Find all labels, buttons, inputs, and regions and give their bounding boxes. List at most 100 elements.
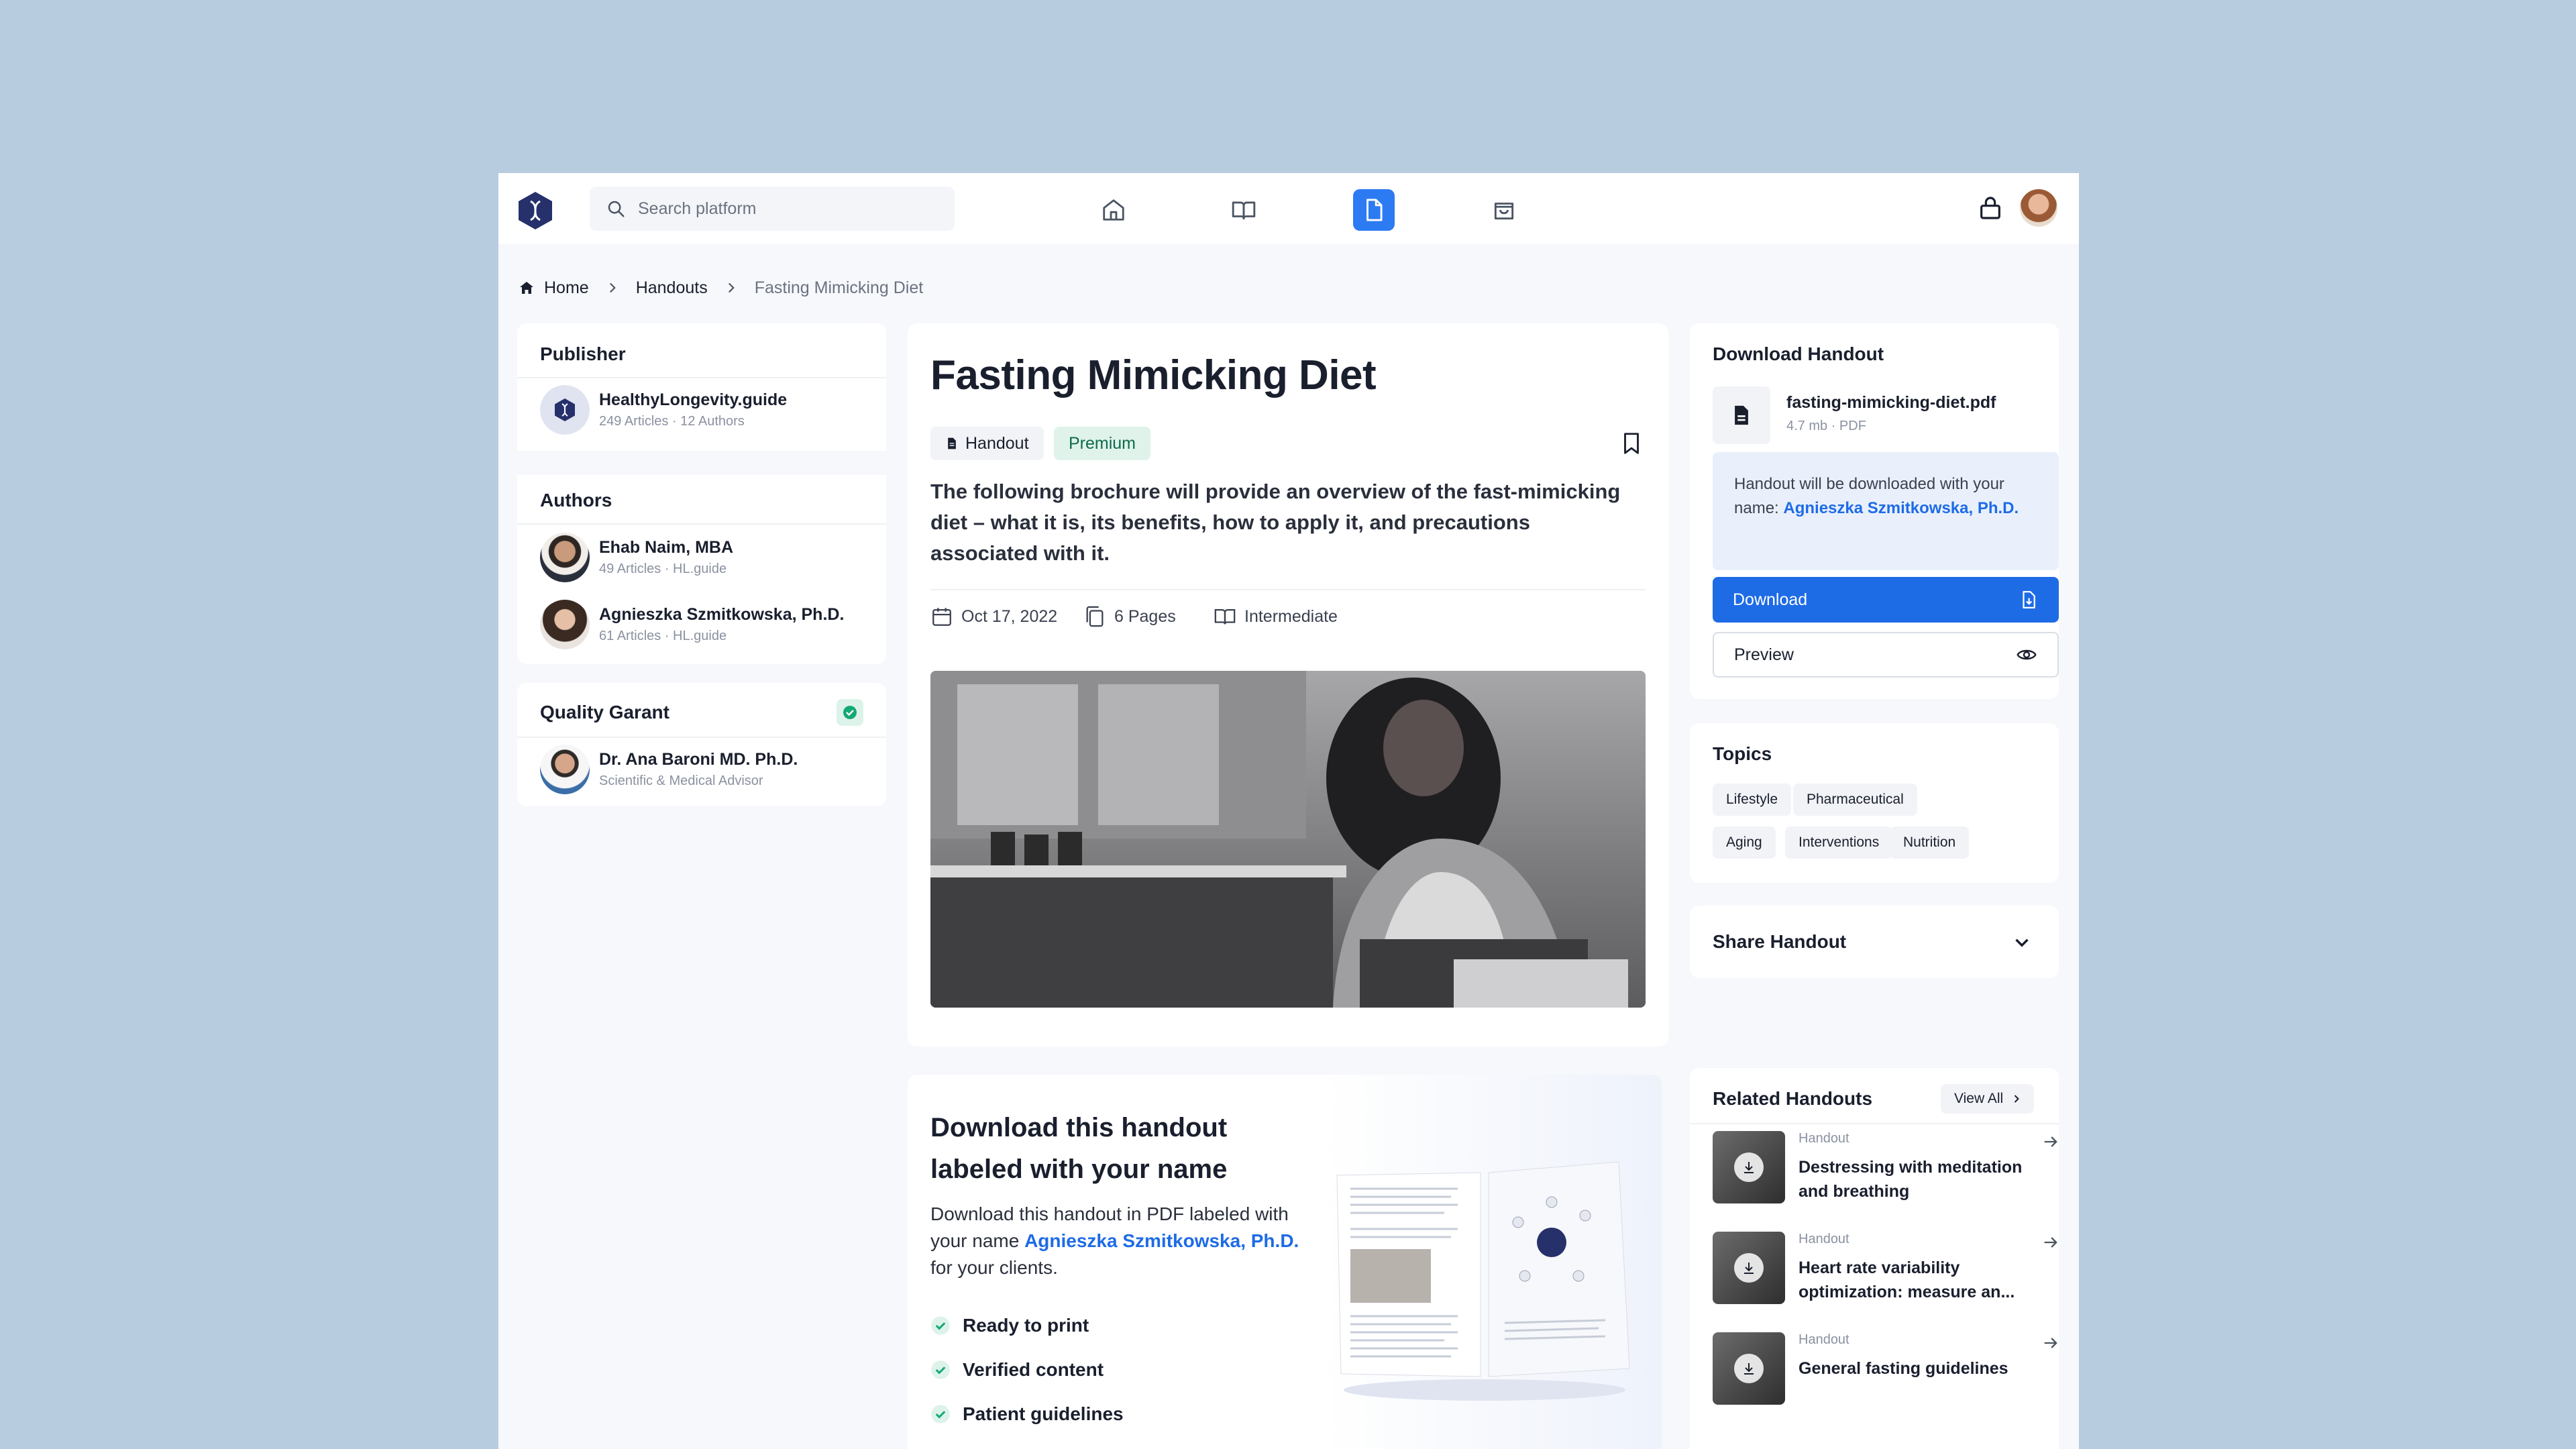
file-icon bbox=[1735, 405, 1748, 425]
nav-shop[interactable] bbox=[1483, 189, 1525, 231]
authors-heading: Authors bbox=[540, 490, 612, 511]
advisor-role: Scientific & Medical Advisor bbox=[599, 773, 763, 788]
chevron-right-icon bbox=[2014, 1095, 2020, 1103]
download-icon bbox=[1744, 1363, 1754, 1375]
advisor-avatar bbox=[540, 745, 590, 794]
download-label: Download bbox=[1733, 590, 1808, 609]
advisor-name: Dr. Ana Baroni MD. Ph.D. bbox=[599, 750, 798, 769]
download-notice: Handout will be downloaded with your nam… bbox=[1713, 452, 2059, 570]
search-input[interactable]: Search platform bbox=[590, 186, 955, 231]
share-heading: Share Handout bbox=[1713, 931, 1847, 952]
hero-image bbox=[930, 671, 1646, 1008]
topics-card: Topics Lifestyle Pharmaceutical Aging In… bbox=[1690, 723, 2059, 883]
promo-title: Download this handout labeled with your … bbox=[930, 1113, 1228, 1184]
promo-text: Download this handout in PDF labeled wit… bbox=[930, 1201, 1306, 1281]
download-button[interactable]: Download bbox=[1713, 577, 2059, 623]
related-item[interactable]: Handout Destressing with meditation and … bbox=[1713, 1131, 2057, 1203]
topic-chip[interactable]: Nutrition bbox=[1890, 826, 1970, 859]
author-avatar bbox=[540, 600, 590, 649]
article-card: Fasting Mimicking Diet Handout Premium T… bbox=[908, 323, 1668, 1046]
nav-library[interactable] bbox=[1223, 189, 1265, 231]
author-row[interactable]: Agnieszka Szmitkowska, Ph.D. 61 Articles… bbox=[540, 600, 844, 649]
publisher-name: HealthyLongevity.guide bbox=[599, 390, 788, 409]
divider bbox=[517, 523, 886, 525]
publisher-heading: Publisher bbox=[540, 343, 626, 364]
related-item[interactable]: Handout Heart rate variability optimizat… bbox=[1713, 1232, 2057, 1304]
tag-premium[interactable]: Premium bbox=[1054, 427, 1151, 460]
file-download-icon bbox=[2023, 591, 2035, 608]
related-kind: Handout bbox=[1799, 1131, 1849, 1146]
book-icon bbox=[1214, 608, 1236, 625]
hero-photo bbox=[930, 671, 1646, 1008]
related-thumbnail bbox=[1713, 1131, 1785, 1203]
related-title: General fasting guidelines bbox=[1799, 1359, 2008, 1378]
chevron-right-icon bbox=[609, 282, 616, 293]
breadcrumb-handouts[interactable]: Handouts bbox=[636, 278, 708, 298]
related-kind: Handout bbox=[1799, 1332, 1849, 1347]
check-label: Verified content bbox=[963, 1359, 1104, 1380]
preview-button[interactable]: Preview bbox=[1713, 632, 2059, 678]
notice-name[interactable]: Agnieszka Szmitkowska, Ph.D. bbox=[1783, 499, 2019, 517]
topic-chip[interactable]: Interventions bbox=[1785, 826, 1893, 859]
breadcrumb-home[interactable]: Home bbox=[544, 278, 589, 298]
topic-chip[interactable]: Aging bbox=[1713, 826, 1776, 859]
view-all-label: View All bbox=[1954, 1091, 2004, 1106]
topic-chip[interactable]: Lifestyle bbox=[1713, 784, 1792, 816]
share-card[interactable]: Share Handout bbox=[1690, 906, 2059, 978]
topic-chip[interactable]: Pharmaceutical bbox=[1793, 784, 1917, 816]
arrow-right-icon bbox=[2044, 1338, 2057, 1348]
article-intro: The following brochure will provide an o… bbox=[930, 480, 1621, 565]
related-card: Related Handouts View All Handout Destre… bbox=[1690, 1068, 2059, 1449]
chevron-down-icon bbox=[2015, 938, 2029, 947]
quality-card: Quality Garant Dr. Ana Baroni MD. Ph.D. … bbox=[517, 683, 886, 806]
check-label: Patient guidelines bbox=[963, 1403, 1124, 1424]
download-icon bbox=[1744, 1263, 1754, 1274]
author-row[interactable]: Ehab Naim, MBA 49 Articles · HL.guide bbox=[540, 533, 733, 582]
publisher-stats: 249 Articles · 12 Authors bbox=[599, 414, 745, 429]
nav-handouts[interactable] bbox=[1353, 189, 1395, 231]
publisher-row[interactable]: HealthyLongevity.guide 249 Articles · 12… bbox=[540, 385, 787, 435]
page-title: Fasting Mimicking Diet bbox=[930, 352, 1377, 398]
app-window: Search platform Home Handouts Fasting Mi… bbox=[498, 173, 2079, 1449]
nav-home[interactable] bbox=[1093, 189, 1134, 231]
tag-handout[interactable]: Handout bbox=[930, 427, 1044, 460]
brand-logo[interactable] bbox=[517, 191, 553, 231]
download-icon bbox=[1744, 1162, 1754, 1173]
check-item: Ready to print bbox=[930, 1315, 1089, 1336]
bookmark-icon[interactable] bbox=[1619, 431, 1644, 456]
lock-icon[interactable] bbox=[1977, 195, 2004, 221]
divider bbox=[1690, 1123, 2059, 1124]
related-heading: Related Handouts bbox=[1713, 1088, 1873, 1109]
author-name: Ehab Naim, MBA bbox=[599, 538, 734, 557]
topics-heading: Topics bbox=[1713, 743, 1772, 764]
meta-date: Oct 17, 2022 bbox=[930, 605, 1057, 628]
brochure-illustration bbox=[1336, 1161, 1630, 1401]
user-avatar[interactable] bbox=[2020, 189, 2057, 227]
authors-card-bottom: Agnieszka Szmitkowska, Ph.D. 61 Articles… bbox=[517, 594, 886, 664]
breadcrumb-current: Fasting Mimicking Diet bbox=[754, 278, 924, 297]
check-icon bbox=[931, 1405, 950, 1424]
arrow-right-icon bbox=[2044, 1136, 2057, 1147]
related-item[interactable]: Handout General fasting guidelines bbox=[1713, 1332, 2057, 1405]
search-placeholder: Search platform bbox=[638, 199, 757, 218]
quality-heading: Quality Garant bbox=[540, 702, 669, 722]
chevron-right-icon bbox=[728, 282, 735, 293]
tag-label: Handout bbox=[965, 433, 1029, 453]
download-heading: Download Handout bbox=[1713, 343, 1884, 364]
check-icon bbox=[931, 1316, 950, 1335]
divider bbox=[517, 377, 886, 378]
view-all-button[interactable]: View All bbox=[1941, 1084, 2035, 1114]
promo-name-link[interactable]: Agnieszka Szmitkowska, Ph.D. bbox=[1024, 1230, 1299, 1251]
tag-label: Premium bbox=[1069, 433, 1136, 453]
search-icon bbox=[608, 201, 625, 217]
check-label: Ready to print bbox=[963, 1315, 1089, 1336]
meta-level: Intermediate bbox=[1214, 605, 1338, 628]
document-icon bbox=[948, 437, 956, 449]
check-icon bbox=[931, 1360, 950, 1379]
verified-icon bbox=[837, 699, 863, 726]
home-icon bbox=[520, 282, 533, 294]
top-bar: Search platform bbox=[498, 173, 2079, 244]
file-meta: 4.7 mb · PDF bbox=[1786, 419, 1866, 433]
divider bbox=[930, 589, 1646, 590]
quality-row[interactable]: Dr. Ana Baroni MD. Ph.D. Scientific & Me… bbox=[540, 745, 798, 794]
